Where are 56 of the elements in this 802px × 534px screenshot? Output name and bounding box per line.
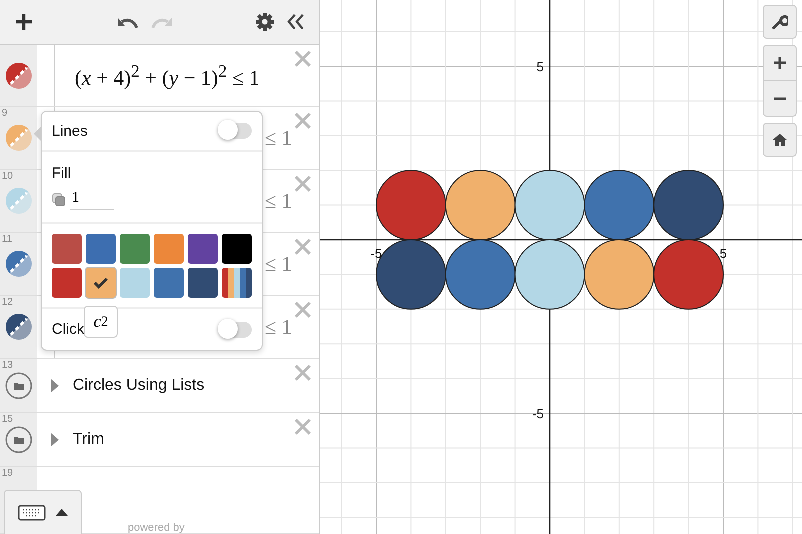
caret-icon: [56, 509, 68, 516]
color-icon[interactable]: [4, 187, 32, 215]
folder-title[interactable]: Trim: [73, 430, 104, 448]
line-number: 12: [2, 297, 14, 308]
plus-icon: [773, 56, 787, 70]
line-number: 9: [2, 108, 8, 119]
palette-swatch[interactable]: [222, 268, 252, 298]
minus-icon: [773, 96, 787, 100]
math-expression[interactable]: (x + 4)$^{2}$ + (y − 1)$^{2}$ ≤ 1: [75, 60, 260, 90]
lines-label: Lines: [52, 122, 88, 140]
toggle-switch[interactable]: [220, 123, 252, 139]
color-icon[interactable]: [4, 124, 32, 152]
color-swatch[interactable]: [52, 268, 82, 298]
line-number: 13: [2, 360, 14, 371]
expand-triangle-icon[interactable]: [51, 432, 59, 446]
folder-icon[interactable]: [4, 372, 32, 400]
folder-icon[interactable]: [4, 426, 32, 454]
math-expression[interactable]: ≤ 1: [265, 252, 292, 276]
color-swatch[interactable]: [52, 234, 82, 264]
click-label: Click: [52, 321, 84, 338]
color-swatch[interactable]: [154, 234, 184, 264]
expand-triangle-icon[interactable]: [51, 378, 59, 392]
settings-icon[interactable]: [253, 10, 277, 34]
color-swatch[interactable]: [120, 268, 150, 298]
line-number: 10: [2, 171, 14, 182]
color-swatch[interactable]: [86, 234, 116, 264]
math-expression[interactable]: ≤ 1: [265, 188, 292, 214]
math-expression[interactable]: ≤ 1: [265, 314, 292, 340]
color-swatch[interactable]: [188, 268, 218, 298]
axis-tick-label: -5: [532, 406, 544, 422]
axis-tick-label: 5: [536, 60, 544, 74]
line-number: 11: [2, 234, 12, 245]
fill-label: Fill: [52, 164, 72, 182]
color-swatch[interactable]: [188, 234, 218, 264]
axis-tick-label: 5: [720, 246, 728, 261]
wrench-icon[interactable]: [763, 5, 797, 39]
opacity-icon: [52, 192, 66, 206]
color-swatch[interactable]: [222, 234, 252, 264]
opacity-field[interactable]: 1: [70, 190, 114, 210]
keyboard-button[interactable]: [4, 490, 82, 534]
axis-tick-label: -5: [370, 246, 382, 261]
color-swatch[interactable]: [154, 268, 184, 298]
line-number: 19: [2, 468, 14, 479]
keyboard-icon: [18, 504, 46, 520]
math-expression[interactable]: ≤ 1: [265, 126, 292, 150]
color-swatch[interactable]: [120, 234, 150, 264]
home-icon[interactable]: [763, 123, 797, 157]
color-icon[interactable]: [4, 62, 32, 90]
folder-title[interactable]: Circles Using Lists: [73, 376, 205, 394]
color-swatch[interactable]: [86, 268, 116, 298]
zoom-in-button[interactable]: [763, 45, 797, 81]
toggle-switch[interactable]: [220, 322, 252, 338]
color-icon[interactable]: [4, 250, 32, 278]
line-number: 15: [2, 414, 14, 425]
powered-by-text: powered by: [128, 522, 185, 534]
color-icon[interactable]: [4, 313, 32, 341]
